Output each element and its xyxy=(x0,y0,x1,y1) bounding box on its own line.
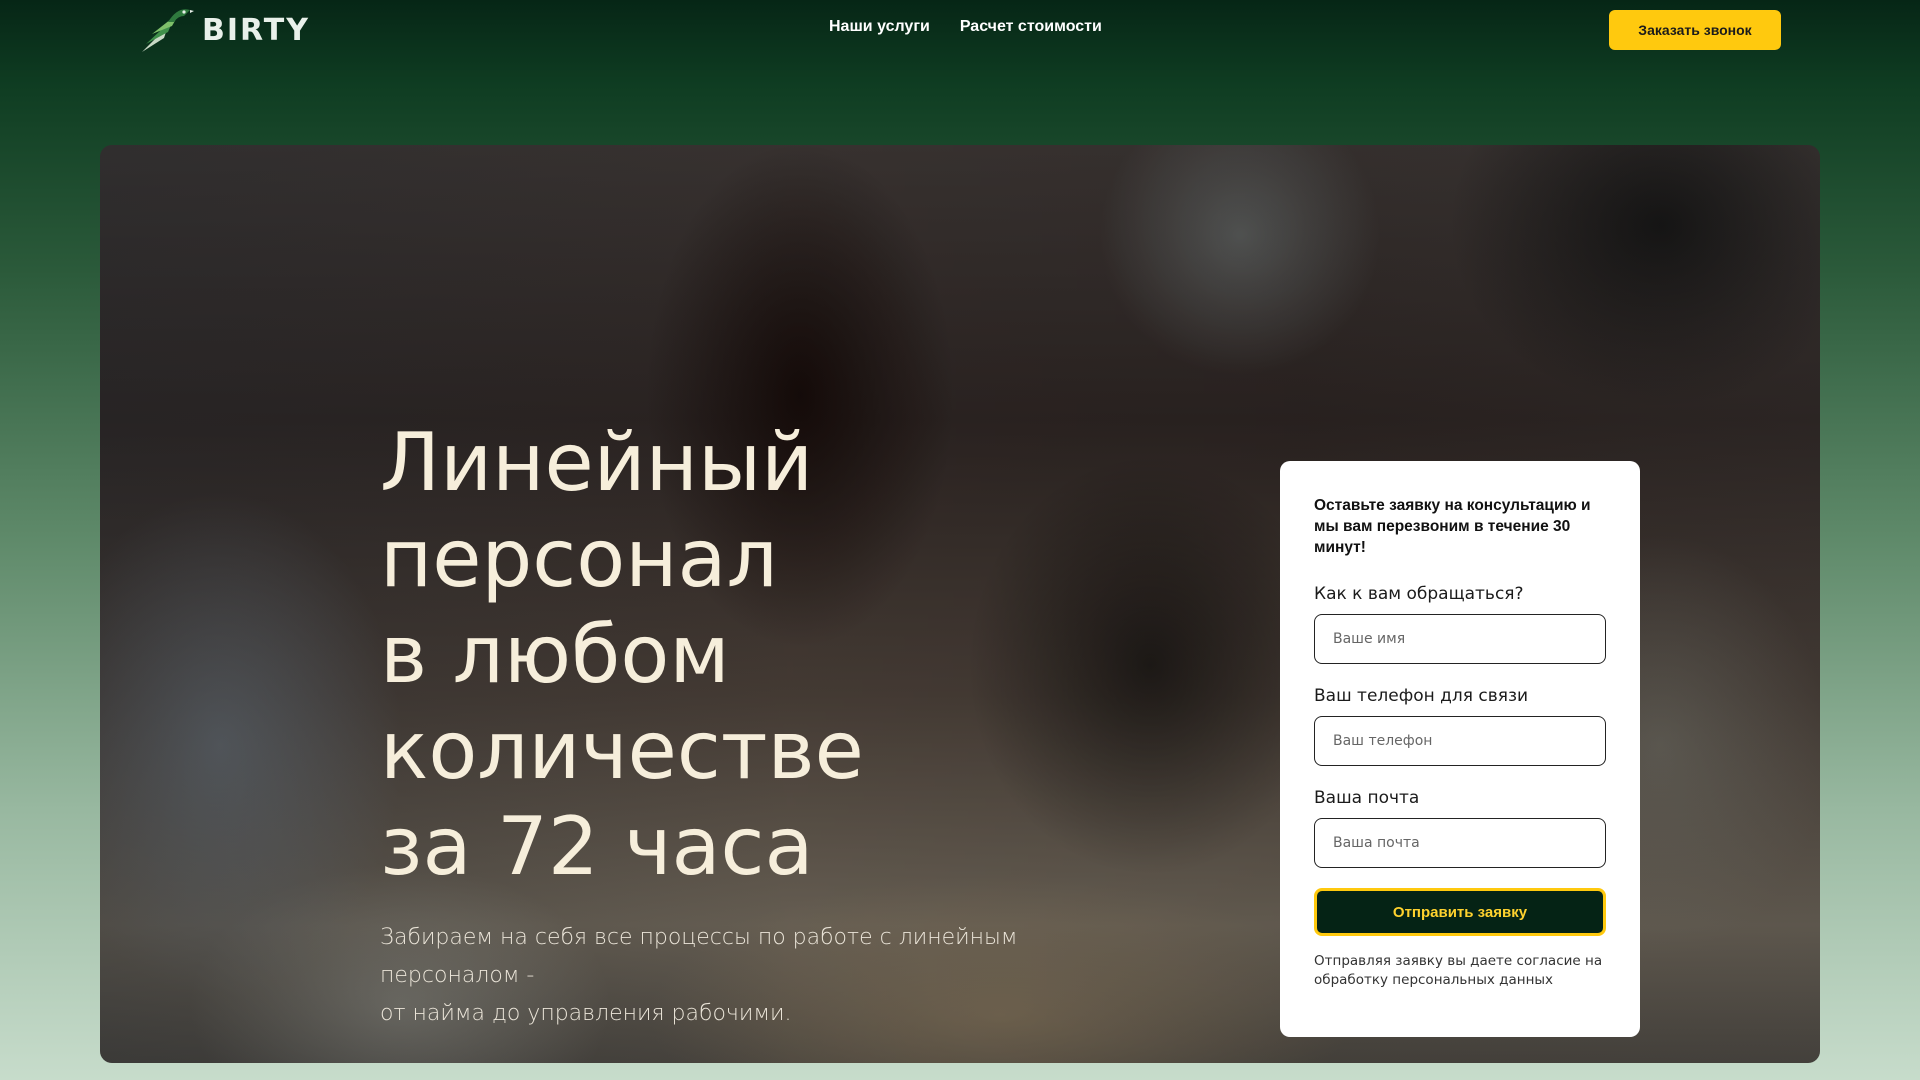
bird-logo-icon xyxy=(142,9,194,52)
consent-line: Отправляя заявку вы даете согласие на xyxy=(1314,953,1603,969)
hero-section: Линейный персонал в любом количестве за … xyxy=(100,145,1820,1063)
nav-pricing[interactable]: Расчет стоимости xyxy=(960,18,1102,36)
email-input[interactable] xyxy=(1314,818,1606,868)
nav-services[interactable]: Наши услуги xyxy=(829,18,930,36)
form-heading: Оставьте заявку на консультацию и мы вам… xyxy=(1314,497,1591,556)
consultation-form: Оставьте заявку на консультацию и мы вам… xyxy=(1280,461,1640,1037)
hero-subtitle-line: Забираем на себя все процессы по работе … xyxy=(380,925,1018,988)
hero-subtitle: Забираем на себя все процессы по работе … xyxy=(380,919,1160,1033)
consent-text: Отправляя заявку вы даете согласие на об… xyxy=(1314,952,1606,990)
name-input[interactable] xyxy=(1314,614,1606,664)
hero-title-line: в любом количестве xyxy=(380,608,864,797)
hero-content: Линейный персонал в любом количестве за … xyxy=(380,415,1180,1033)
submit-button[interactable]: Отправить заявку xyxy=(1314,888,1606,936)
phone-label: Ваш телефон для связи xyxy=(1314,686,1529,706)
name-label: Как к вам обращаться? xyxy=(1314,584,1524,604)
email-label: Ваша почта xyxy=(1314,788,1420,808)
main-nav: Наши услуги Расчет стоимости xyxy=(829,18,1102,36)
hero-title: Линейный персонал в любом количестве за … xyxy=(380,415,1180,895)
hero-title-line: за 72 часа xyxy=(380,800,814,893)
hero-subtitle-line: от найма до управления рабочими. xyxy=(380,1001,792,1026)
site-header: BIRTY Наши услуги Расчет стоимости Заказ… xyxy=(0,0,1920,60)
consent-line: обработку персональных данных xyxy=(1314,972,1554,988)
hero-title-line: Линейный персонал xyxy=(380,416,814,605)
logo-text: BIRTY xyxy=(202,12,310,48)
order-call-button[interactable]: Заказать звонок xyxy=(1609,10,1781,50)
phone-input[interactable] xyxy=(1314,716,1606,766)
logo[interactable]: BIRTY xyxy=(138,4,310,56)
